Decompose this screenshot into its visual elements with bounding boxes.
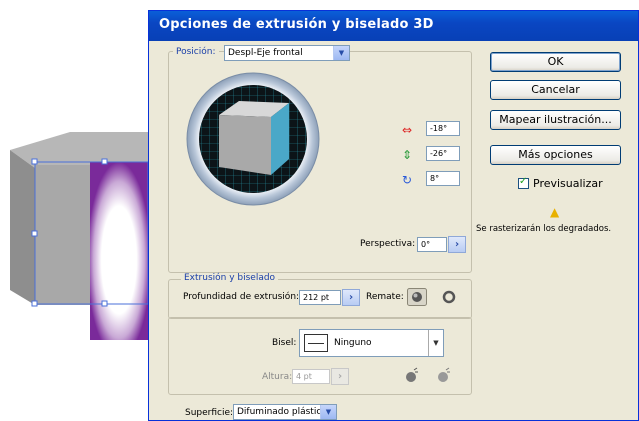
dialog-title: Opciones de extrusión y biselado 3D bbox=[159, 17, 434, 32]
chevron-down-icon: ▼ bbox=[428, 330, 443, 356]
more-options-button[interactable]: Más opciones bbox=[490, 145, 621, 165]
rotate-z-icon: ↻ bbox=[402, 173, 413, 187]
cap-off-icon[interactable] bbox=[439, 288, 459, 306]
bevel-select[interactable]: Ninguno ▼ bbox=[299, 329, 444, 357]
rotate-x-icon: ⇔ bbox=[402, 123, 413, 137]
perspective-slider-toggle[interactable]: › bbox=[448, 236, 466, 253]
bevel-in-icon[interactable] bbox=[433, 367, 453, 385]
artwork-cube-front-face bbox=[90, 162, 148, 340]
bevel-line-icon bbox=[304, 334, 328, 352]
rotate-z-input[interactable]: 8° bbox=[426, 171, 460, 186]
cap-on-icon[interactable] bbox=[407, 288, 427, 306]
surface-label: Superficie: bbox=[185, 408, 234, 418]
artwork-cube-side bbox=[10, 150, 35, 305]
bevel-label: Bisel: bbox=[272, 338, 297, 348]
rotate-y-icon: ⇕ bbox=[402, 148, 413, 162]
chevron-down-icon: ▼ bbox=[320, 405, 336, 419]
perspective-label: Perspectiva: bbox=[360, 239, 416, 249]
surface-select[interactable]: Difuminado plástico ▼ bbox=[233, 404, 337, 420]
extrusion-depth-label: Profundidad de extrusión: bbox=[183, 292, 300, 302]
preview-checkbox[interactable]: ✓ bbox=[518, 176, 529, 189]
rotation-trackball[interactable] bbox=[185, 71, 321, 207]
extrusion-legend: Extrusión y biselado bbox=[181, 273, 279, 283]
bevel-height-slider-toggle[interactable]: › bbox=[331, 368, 349, 385]
map-art-button[interactable]: Mapear ilustración... bbox=[490, 110, 621, 130]
warning-text: Se rasterizarán los degradados. bbox=[476, 224, 612, 234]
surface-value: Difuminado plástico bbox=[237, 407, 327, 417]
warning-icon: ▲ bbox=[550, 205, 560, 219]
cap-label: Remate: bbox=[366, 292, 404, 302]
ok-button[interactable]: OK bbox=[490, 52, 621, 72]
chevron-down-icon: ▼ bbox=[333, 46, 349, 60]
cancel-button[interactable]: Cancelar bbox=[490, 80, 621, 100]
position-preset-value: Despl-Eje frontal bbox=[228, 48, 303, 58]
position-label: Posición: bbox=[173, 47, 219, 57]
bevel-height-input[interactable]: 4 pt bbox=[292, 369, 330, 384]
perspective-input[interactable]: 0° bbox=[417, 237, 447, 252]
artwork-cube-left-face bbox=[35, 165, 95, 305]
bevel-value: Ninguno bbox=[334, 338, 372, 348]
dialog-title-bar[interactable]: Opciones de extrusión y biselado 3D bbox=[149, 11, 638, 41]
selection-handle[interactable] bbox=[31, 300, 38, 307]
bevel-out-icon[interactable] bbox=[401, 367, 421, 385]
rotate-x-input[interactable]: -18° bbox=[426, 121, 460, 136]
selection-handle[interactable] bbox=[101, 300, 108, 307]
selection-handle[interactable] bbox=[101, 158, 108, 165]
bevel-height-label: Altura: bbox=[262, 372, 293, 382]
rotate-y-input[interactable]: -26° bbox=[426, 146, 460, 161]
preview-label: Previsualizar bbox=[533, 177, 603, 190]
selection-handle[interactable] bbox=[31, 230, 38, 237]
extrusion-depth-input[interactable]: 212 pt bbox=[299, 290, 341, 305]
checkmark-icon: ✓ bbox=[519, 176, 528, 187]
selection-handle[interactable] bbox=[31, 158, 38, 165]
extrude-bevel-dialog: Opciones de extrusión y biselado 3D Posi… bbox=[148, 10, 639, 421]
extrusion-depth-slider-toggle[interactable]: › bbox=[342, 289, 360, 306]
position-preset-select[interactable]: Despl-Eje frontal ▼ bbox=[224, 45, 350, 61]
